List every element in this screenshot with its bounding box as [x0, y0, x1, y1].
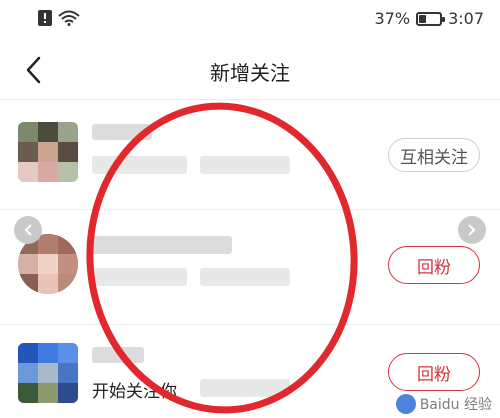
watermark-text: Baidu 经验 [419, 397, 492, 413]
list-item[interactable]: 回粉 [0, 210, 500, 325]
baidu-paw-logo [395, 394, 416, 414]
nav-bar: 新增关注 [0, 40, 500, 100]
status-bar: 37% 3:07 [0, 0, 500, 40]
prev-arrow-button[interactable] [14, 216, 42, 244]
follow-caption: 开始关注你 [92, 382, 177, 402]
watermark: Baidu 经验 [395, 394, 492, 414]
chevron-right-icon [468, 224, 476, 236]
wifi-icon [58, 10, 80, 30]
alert-icon [38, 10, 52, 30]
list-item[interactable]: 互相关注 [0, 100, 500, 210]
battery-percent: 37% [374, 9, 411, 28]
name-text-blurred [92, 236, 232, 254]
clock: 3:07 [448, 9, 484, 28]
follow-back-button[interactable]: 回粉 [388, 353, 480, 391]
desc-text-blurred [92, 268, 187, 286]
avatar[interactable] [18, 343, 78, 403]
name-text-blurred [92, 347, 144, 363]
status-bar-right: 37% 3:07 [375, 9, 485, 28]
name-text-blurred [92, 124, 152, 140]
desc-text-blurred [200, 156, 290, 174]
mutual-follow-button[interactable]: 互相关注 [388, 138, 480, 172]
desc-text-blurred [200, 268, 290, 286]
desc-text-blurred [92, 156, 187, 174]
desc-text-blurred [200, 379, 290, 397]
status-bar-left [38, 10, 80, 30]
page-title: 新增关注 [210, 61, 290, 85]
avatar[interactable] [18, 122, 78, 182]
chevron-left-icon [24, 224, 32, 236]
follow-back-button[interactable]: 回粉 [388, 246, 480, 284]
next-arrow-button[interactable] [458, 216, 486, 244]
battery-icon [416, 11, 446, 26]
battery-level-fill [419, 14, 427, 23]
